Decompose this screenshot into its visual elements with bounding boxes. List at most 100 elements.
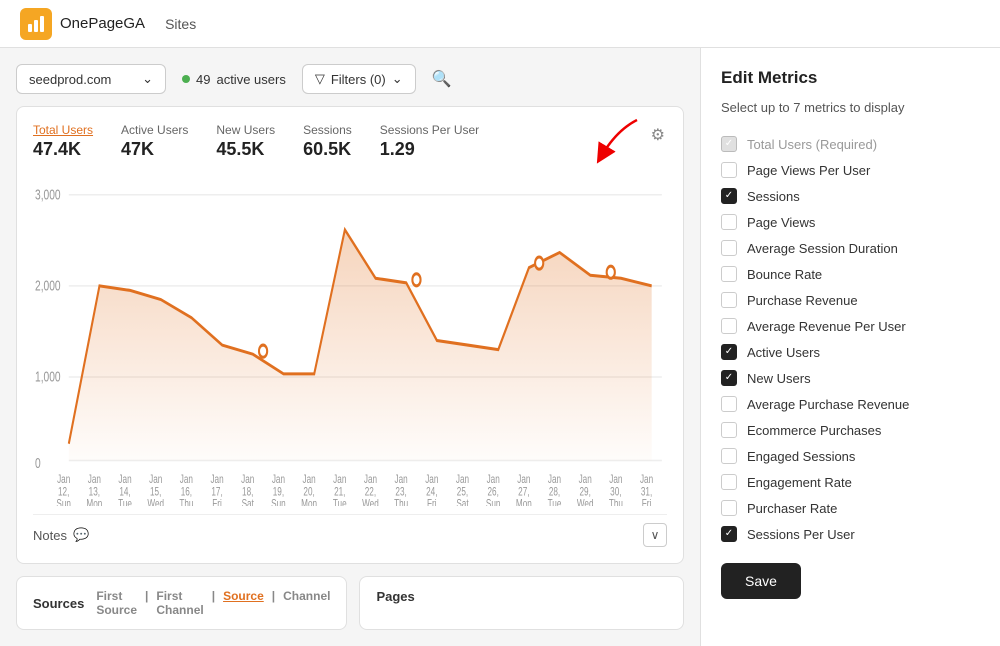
metric-label-6: Purchase Revenue	[747, 293, 858, 308]
active-users-label: active users	[216, 72, 285, 87]
metric-label-0: Total Users (Required)	[747, 137, 877, 152]
svg-text:Fri: Fri	[642, 498, 652, 506]
sources-header: Sources First Source | First Channel | S…	[33, 589, 330, 617]
site-selector[interactable]: seedprod.com ⌄	[16, 64, 166, 94]
metrics-row: Total Users 47.4K Active Users 47K New U…	[33, 123, 667, 160]
filters-button[interactable]: ▽ Filters (0) ⌄	[302, 64, 416, 94]
metric-label-sessions-per-user: Sessions Per User	[380, 123, 479, 137]
checkbox-10[interactable]	[721, 396, 737, 412]
collapse-button[interactable]: ∨	[643, 523, 667, 547]
logo-text: OnePageGA	[60, 15, 145, 32]
chevron-down-icon: ⌄	[142, 71, 153, 87]
pages-header: Pages	[376, 589, 667, 604]
svg-text:19,: 19,	[273, 486, 284, 499]
metric-value-sessions: 60.5K	[303, 139, 352, 160]
metric-option-1: Page Views Per User	[721, 157, 980, 183]
svg-text:Sat: Sat	[456, 498, 468, 506]
save-button[interactable]: Save	[721, 563, 801, 599]
svg-text:Jan: Jan	[272, 474, 285, 487]
logo-icon	[20, 8, 52, 40]
svg-text:Tue: Tue	[118, 498, 132, 506]
svg-text:13,: 13,	[89, 486, 100, 499]
left-panel: seedprod.com ⌄ 49 active users ▽ Filters…	[0, 48, 700, 646]
checkbox-4[interactable]	[721, 240, 737, 256]
metric-option-0: ✓ Total Users (Required)	[721, 131, 980, 157]
checkbox-9[interactable]: ✓	[721, 370, 737, 386]
metric-label-7: Average Revenue Per User	[747, 319, 906, 334]
checkbox-14[interactable]	[721, 500, 737, 516]
metric-label-5: Bounce Rate	[747, 267, 822, 282]
svg-text:22,: 22,	[365, 486, 376, 499]
sources-title: Sources	[33, 596, 84, 611]
svg-text:Fri: Fri	[212, 498, 222, 506]
svg-text:Jan: Jan	[395, 474, 408, 487]
metric-option-12: Engaged Sessions	[721, 443, 980, 469]
svg-text:25,: 25,	[457, 486, 468, 499]
svg-text:Jan: Jan	[210, 474, 223, 487]
svg-text:2,000: 2,000	[35, 276, 61, 294]
svg-text:30,: 30,	[610, 486, 621, 499]
svg-text:Sat: Sat	[242, 498, 254, 506]
metrics-list: ✓ Total Users (Required) Page Views Per Us…	[721, 131, 980, 547]
svg-text:20,: 20,	[303, 486, 314, 499]
metric-label-4: Average Session Duration	[747, 241, 898, 256]
checkbox-2[interactable]: ✓	[721, 188, 737, 204]
svg-text:15,: 15,	[150, 486, 161, 499]
metric-label-13: Engagement Rate	[747, 475, 852, 490]
arrow-annotation	[587, 115, 647, 170]
metric-option-2: ✓ Sessions	[721, 183, 980, 209]
svg-text:29,: 29,	[580, 486, 591, 499]
checkbox-11[interactable]	[721, 422, 737, 438]
svg-text:17,: 17,	[211, 486, 222, 499]
logo: OnePageGA	[20, 8, 145, 40]
chevron-down-icon: ⌄	[392, 71, 403, 87]
svg-text:31,: 31,	[641, 486, 652, 499]
search-button[interactable]: 🔍	[432, 69, 452, 89]
tab-source[interactable]: Source	[223, 589, 264, 617]
notes-icon: 💬	[73, 527, 89, 543]
tab-channel[interactable]: Channel	[283, 589, 330, 617]
svg-text:Wed: Wed	[147, 498, 164, 506]
svg-text:Jan: Jan	[456, 474, 469, 487]
checkbox-1[interactable]	[721, 162, 737, 178]
metric-label-12: Engaged Sessions	[747, 449, 855, 464]
svg-text:Jan: Jan	[241, 474, 254, 487]
active-users-count: 49	[196, 72, 210, 87]
edit-metrics-button[interactable]: ⚙	[649, 123, 667, 147]
checkbox-5[interactable]	[721, 266, 737, 282]
tab-first-channel[interactable]: First Channel	[156, 589, 203, 617]
checkbox-8[interactable]: ✓	[721, 344, 737, 360]
checkbox-12[interactable]	[721, 448, 737, 464]
svg-text:Thu: Thu	[179, 498, 193, 506]
svg-text:Jan: Jan	[487, 474, 500, 487]
svg-text:Jan: Jan	[640, 474, 653, 487]
checkbox-13[interactable]	[721, 474, 737, 490]
checkbox-6[interactable]	[721, 292, 737, 308]
online-indicator	[182, 75, 190, 83]
svg-text:Sun: Sun	[486, 498, 501, 506]
svg-text:Jan: Jan	[548, 474, 561, 487]
metric-label-3: Page Views	[747, 215, 815, 230]
svg-text:23,: 23,	[395, 486, 406, 499]
pages-title: Pages	[376, 589, 414, 604]
svg-text:0: 0	[35, 454, 41, 472]
svg-text:12,: 12,	[58, 486, 69, 499]
metric-value-total-users: 47.4K	[33, 139, 93, 160]
metric-total-users: Total Users 47.4K	[33, 123, 93, 160]
checkbox-7[interactable]	[721, 318, 737, 334]
svg-text:Mon: Mon	[301, 498, 317, 506]
metric-label-1: Page Views Per User	[747, 163, 870, 178]
notes-label[interactable]: Notes 💬	[33, 527, 89, 543]
line-chart: 3,000 2,000 1,000 0	[33, 172, 667, 506]
checkbox-3[interactable]	[721, 214, 737, 230]
nav-sites[interactable]: Sites	[165, 16, 196, 32]
metric-option-15: ✓Sessions Per User	[721, 521, 980, 547]
metric-label-11: Ecommerce Purchases	[747, 423, 881, 438]
checkbox-0: ✓	[721, 136, 737, 152]
tab-first-source[interactable]: First Source	[96, 589, 137, 617]
metric-label-2: Sessions	[747, 189, 800, 204]
chart-area: 3,000 2,000 1,000 0	[33, 172, 667, 506]
panel-title: Edit Metrics	[721, 68, 980, 88]
checkbox-15[interactable]: ✓	[721, 526, 737, 542]
metric-option-3: Page Views	[721, 209, 980, 235]
